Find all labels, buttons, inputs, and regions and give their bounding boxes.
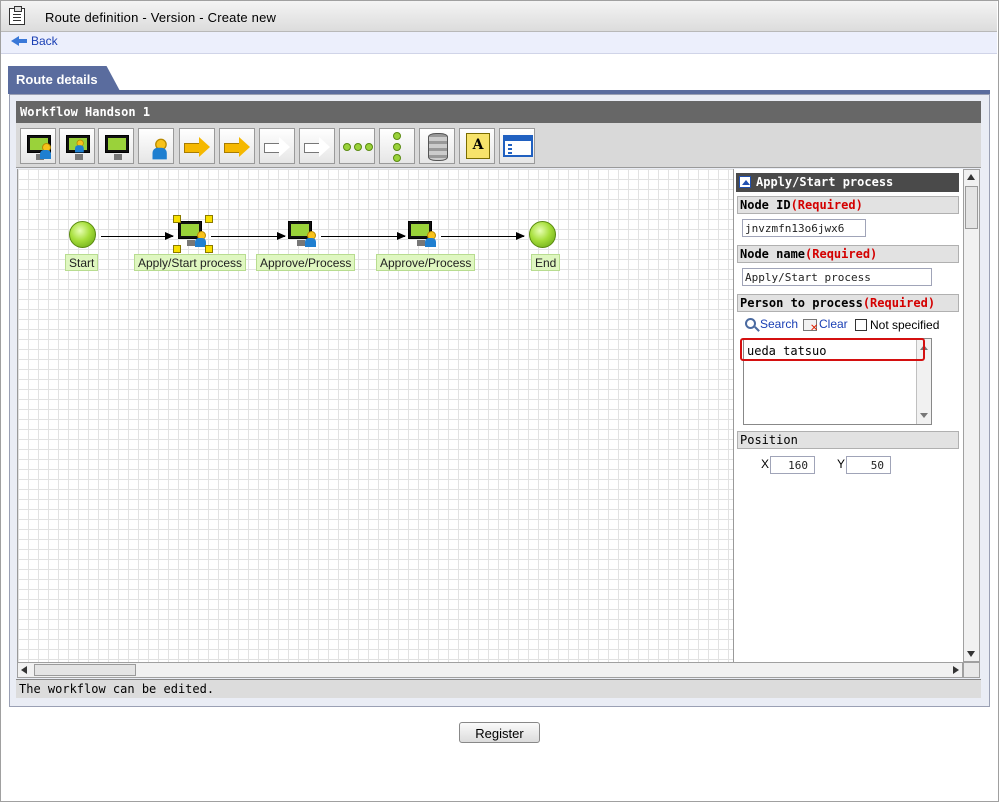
not-specified-checkbox[interactable] [855, 319, 867, 331]
tool-branch-grey[interactable] [259, 128, 295, 164]
panel-header: Apply/Start process [736, 173, 959, 192]
tool-horizontal-nodes[interactable] [339, 128, 375, 164]
horizontal-scroll-thumb[interactable] [34, 664, 136, 676]
status-bar: The workflow can be edited. [16, 679, 981, 698]
monitor-icon [105, 135, 129, 160]
nav-bar: Back [1, 32, 997, 54]
collapse-caret-icon[interactable] [739, 176, 751, 188]
branch-arrow-grey-icon [264, 136, 292, 158]
vertical-scroll-thumb[interactable] [965, 186, 978, 229]
tool-monitor-person[interactable] [20, 128, 56, 164]
database-icon [428, 133, 448, 161]
node-label-approve-2[interactable]: Approve/Process [376, 254, 476, 271]
node-label-apply[interactable]: Apply/Start process [134, 254, 247, 271]
title-bar: Route definition - Version - Create new [1, 1, 997, 32]
highlight-box [740, 338, 925, 361]
tool-vertical-nodes[interactable] [379, 128, 415, 164]
edge-apply-to-approve1 [211, 232, 286, 240]
node-id-field[interactable]: jnvzmfn13o6jwx6 [742, 219, 866, 237]
y-label: Y [837, 457, 846, 471]
position-y-field[interactable]: 50 [846, 456, 891, 474]
search-icon[interactable] [745, 318, 756, 329]
search-link[interactable]: Search [760, 317, 798, 331]
edge-approve1-to-approve2 [321, 232, 406, 240]
position-label: Position [737, 431, 959, 449]
panel-title: Apply/Start process [756, 175, 894, 189]
text-annotation-icon: A [466, 133, 490, 159]
vertical-scrollbar[interactable] [963, 169, 980, 662]
tool-monitor-person-alt[interactable] [59, 128, 95, 164]
merge-arrow-icon [224, 136, 252, 158]
clear-icon[interactable] [803, 319, 818, 334]
tool-person[interactable] [138, 128, 174, 164]
task-node-icon[interactable] [288, 221, 322, 251]
selection-handle[interactable] [205, 215, 213, 223]
back-label: Back [31, 34, 58, 48]
selection-handle[interactable] [173, 245, 181, 253]
back-arrow-icon [11, 34, 29, 48]
back-link[interactable]: Back [11, 34, 58, 48]
horizontal-nodes-icon [343, 143, 373, 151]
edge-start-to-apply [101, 232, 174, 240]
merge-arrow-grey-icon [304, 136, 332, 158]
tab-route-details[interactable]: Route details [8, 66, 120, 91]
scroll-up-arrow-icon[interactable] [967, 174, 975, 180]
tool-monitor[interactable] [98, 128, 134, 164]
node-id-label: Node ID(Required) [737, 196, 959, 214]
edge-approve2-to-end [441, 232, 525, 240]
page-title: Route definition - Version - Create new [45, 10, 277, 25]
x-label: X [761, 457, 770, 471]
person-icon [151, 138, 167, 160]
workflow-canvas[interactable] [17, 169, 733, 662]
node-label-start[interactable]: Start [65, 254, 99, 271]
task-node-icon[interactable] [408, 221, 442, 251]
node-name-field[interactable]: Apply/Start process [742, 268, 932, 286]
scroll-down-icon[interactable] [920, 413, 928, 418]
workflow-title: Workflow Handson 1 [16, 101, 981, 123]
not-specified-label: Not specified [870, 318, 940, 332]
tool-window[interactable] [499, 128, 535, 164]
tool-text-annotation[interactable]: A [459, 128, 495, 164]
scroll-down-arrow-icon[interactable] [967, 651, 975, 657]
tool-branch[interactable] [179, 128, 215, 164]
node-label-approve-1[interactable]: Approve/Process [256, 254, 356, 271]
person-label: Person to process(Required) [737, 294, 959, 312]
clear-link[interactable]: Clear [819, 317, 848, 331]
end-node-icon[interactable] [529, 221, 556, 248]
horizontal-scrollbar[interactable] [17, 662, 963, 678]
node-name-label: Node name(Required) [737, 245, 959, 263]
node-label-end[interactable]: End [531, 254, 561, 271]
branch-arrow-icon [184, 136, 212, 158]
clipboard-icon [9, 6, 25, 25]
tool-merge-grey[interactable] [299, 128, 335, 164]
scroll-corner [963, 662, 980, 678]
scroll-right-arrow-icon[interactable] [953, 666, 959, 674]
register-button[interactable]: Register [459, 722, 540, 743]
scroll-left-arrow-icon[interactable] [21, 666, 27, 674]
position-x-field[interactable]: 160 [770, 456, 815, 474]
tool-merge[interactable] [219, 128, 255, 164]
start-node-icon[interactable] [69, 221, 96, 248]
window-icon [503, 135, 533, 157]
selection-handle[interactable] [205, 245, 213, 253]
tool-database[interactable] [419, 128, 455, 164]
node-toolbar: A [16, 123, 981, 168]
selection-handle[interactable] [173, 215, 181, 223]
